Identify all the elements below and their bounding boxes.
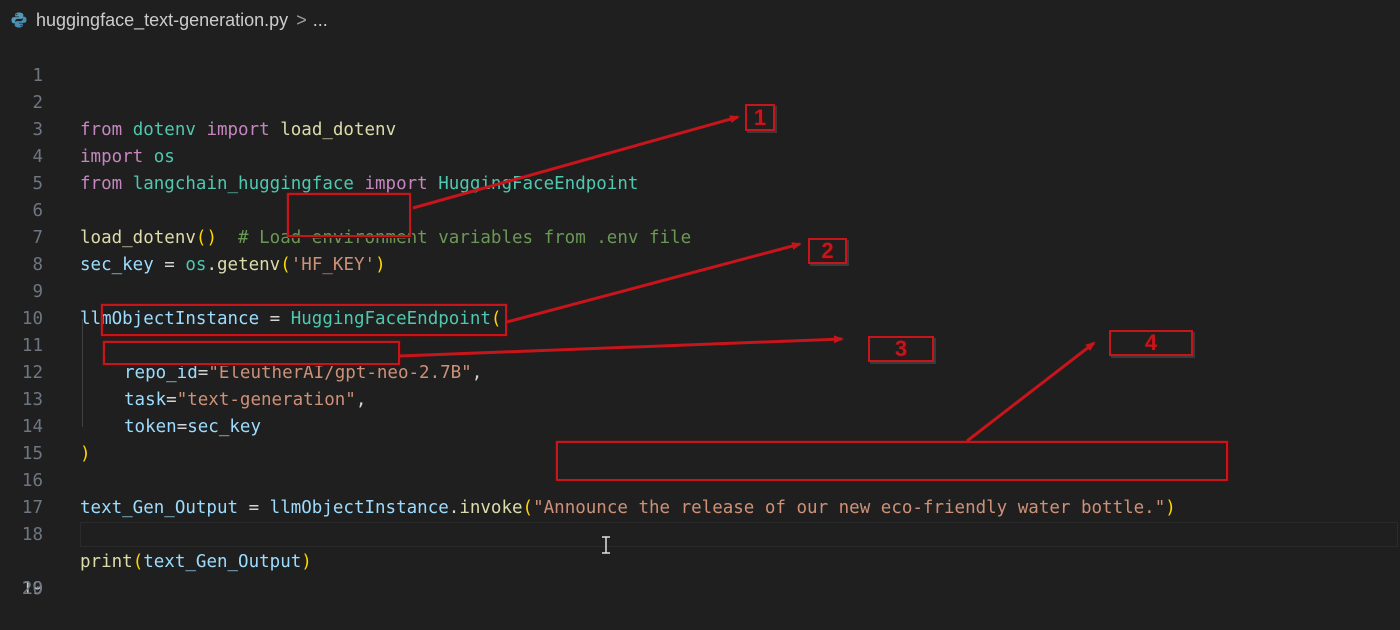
- annotation-label-2: 2: [808, 238, 847, 264]
- breadcrumb: huggingface_text-generation.py > ...: [0, 0, 1400, 40]
- annotation-box-repo-id: [101, 304, 507, 336]
- code-line-2[interactable]: 2 from dotenv import load_dotenv: [0, 63, 1400, 140]
- code-line-8[interactable]: 8: [0, 225, 1400, 275]
- annotation-box-prompt: [556, 441, 1228, 481]
- annotation-box-task: [103, 341, 400, 365]
- current-line-highlight: [80, 522, 1398, 547]
- line-number: 20: [21, 579, 43, 599]
- code-line-14[interactable]: 14 ): [0, 387, 1400, 464]
- breadcrumb-separator: >: [296, 9, 307, 30]
- annotation-label-3: 3: [868, 336, 934, 362]
- code-line-5[interactable]: 5: [0, 144, 1400, 194]
- code-line-10[interactable]: 10: [0, 279, 1400, 329]
- code-line-9[interactable]: 9 llmObjectInstance = HuggingFaceEndpoin…: [0, 252, 1400, 329]
- code-line-15[interactable]: 15: [0, 414, 1400, 464]
- breadcrumb-file-name[interactable]: huggingface_text-generation.py: [36, 10, 288, 31]
- code-line-3[interactable]: 3 import os: [0, 90, 1400, 167]
- text-cursor-icon: [600, 536, 612, 554]
- code-line-19[interactable]: 19: [0, 522, 1400, 599]
- code-line-1[interactable]: 1: [0, 36, 1400, 86]
- annotation-box-hf-key: [287, 193, 411, 237]
- code-line-4[interactable]: 4 from langchain_huggingface import Hugg…: [0, 117, 1400, 194]
- code-line-18[interactable]: 18 print(text_Gen_Output): [0, 495, 1400, 572]
- code-line-20[interactable]: 20: [0, 549, 1400, 599]
- code-line-6[interactable]: 6 load_dotenv() # Load environment varia…: [0, 171, 1400, 248]
- annotation-label-1: 1: [745, 104, 775, 131]
- annotation-label-4: 4: [1109, 330, 1193, 356]
- python-file-icon: [10, 11, 28, 29]
- code-line-7[interactable]: 7 sec_key = os.getenv('HF_KEY'): [0, 198, 1400, 275]
- breadcrumb-more[interactable]: ...: [313, 10, 328, 31]
